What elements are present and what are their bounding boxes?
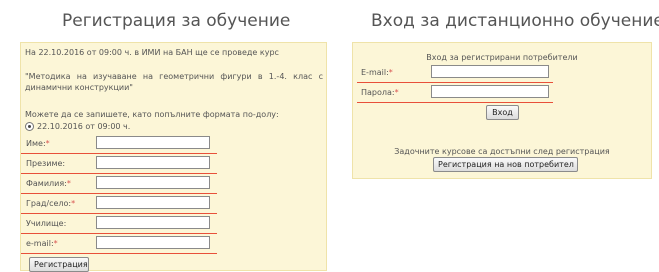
- middle-name-label: Презиме:: [26, 159, 66, 168]
- town-row: Град/село:*: [21, 193, 217, 214]
- email-row: e-mail:*: [21, 233, 217, 254]
- school-label: Училище:: [26, 219, 67, 228]
- middle-name-input[interactable]: [96, 156, 210, 169]
- registration-title: Регистрация за обучение: [62, 11, 291, 31]
- school-input[interactable]: [96, 216, 210, 229]
- login-subtitle: Вход за регистрирани потребители: [426, 53, 578, 62]
- radio-selected-icon[interactable]: [25, 122, 34, 131]
- required-marker: *: [53, 239, 58, 248]
- required-marker: *: [45, 139, 50, 148]
- login-password-input[interactable]: [431, 85, 549, 98]
- login-button[interactable]: Вход: [486, 105, 519, 120]
- session-option-label: 22.10.2016 от 09:00 ч.: [37, 122, 131, 131]
- course-intro-text: На 22.10.2016 от 09:00 ч. в ИМИ на БАН щ…: [25, 48, 279, 57]
- login-email-input[interactable]: [431, 65, 549, 78]
- required-marker: *: [394, 88, 399, 97]
- signup-prompt-text: Можете да се запишете, като попълните фо…: [25, 110, 279, 119]
- first-name-label: Име:: [26, 139, 46, 148]
- required-marker: *: [71, 199, 76, 208]
- login-panel: Вход за регистрирани потребители E-mail:…: [352, 42, 652, 179]
- session-option[interactable]: 22.10.2016 от 09:00 ч.: [25, 122, 130, 131]
- first-name-row: Име:*: [21, 133, 217, 154]
- register-button[interactable]: Регистрация: [29, 257, 89, 272]
- town-input[interactable]: [96, 196, 210, 209]
- email-label: e-mail:: [26, 239, 54, 248]
- required-marker: *: [388, 68, 393, 77]
- first-name-input[interactable]: [96, 136, 210, 149]
- course-name-text: "Методика на изучаване на геометрични фи…: [25, 72, 323, 92]
- login-email-label: E-mail:: [361, 68, 389, 77]
- registration-panel: На 22.10.2016 от 09:00 ч. в ИМИ на БАН щ…: [20, 42, 327, 272]
- last-name-row: Фамилия:*: [21, 173, 217, 194]
- login-password-row: Парола:*: [357, 83, 553, 103]
- new-user-register-button[interactable]: Регистрация на нов потребител: [433, 157, 578, 172]
- login-email-row: E-mail:*: [357, 63, 553, 83]
- login-password-label: Парола:: [361, 88, 395, 97]
- email-input[interactable]: [96, 236, 210, 249]
- login-title: Вход за дистанционно обучение: [371, 11, 659, 31]
- middle-name-row: Презиме:: [21, 153, 217, 174]
- required-marker: *: [66, 179, 71, 188]
- last-name-input[interactable]: [96, 176, 210, 189]
- last-name-label: Фамилия:: [26, 179, 67, 188]
- town-label: Град/село:: [26, 199, 72, 208]
- courses-note: Задочните курсове са достъпни след регис…: [394, 147, 610, 156]
- school-row: Училище:: [21, 213, 217, 234]
